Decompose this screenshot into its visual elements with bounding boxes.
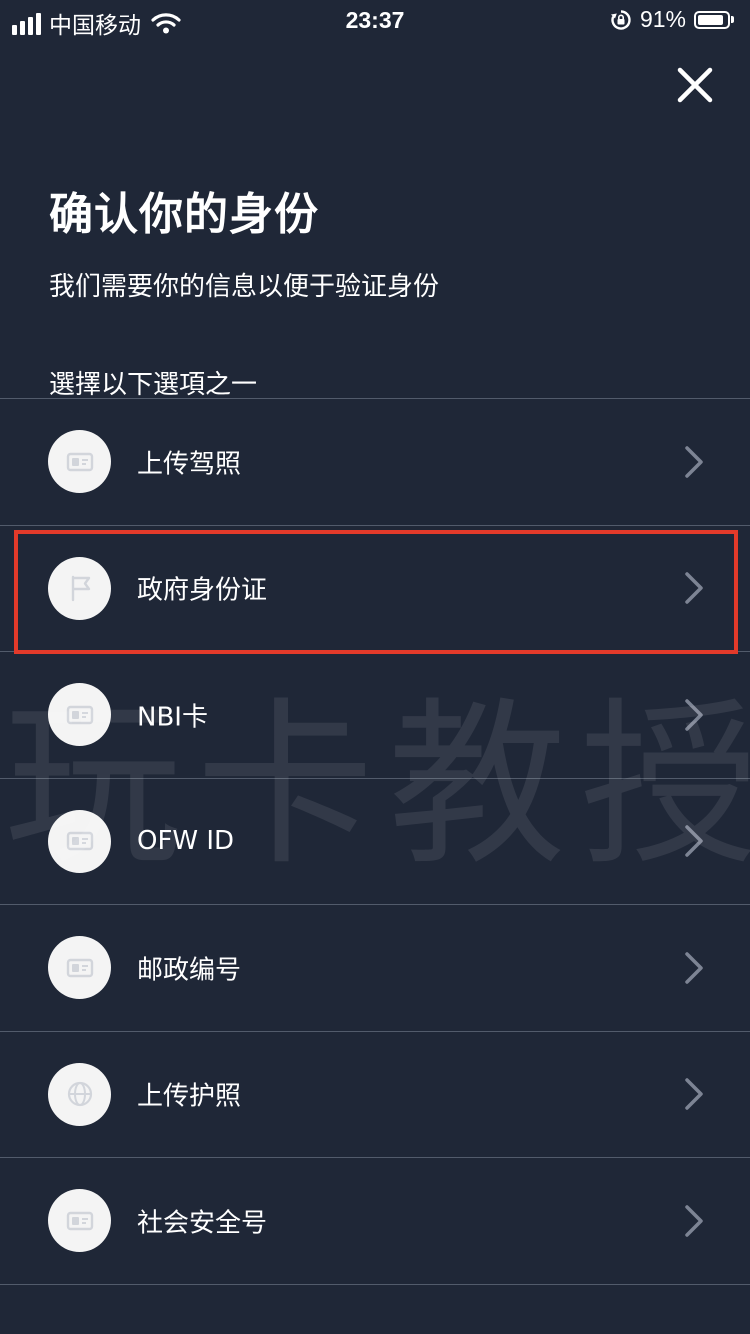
id-card-icon: [48, 683, 111, 747]
chevron-right-icon: [682, 444, 706, 480]
chevron-right-icon: [682, 823, 706, 859]
chevron-right-icon: [682, 950, 706, 986]
battery-percent: 91%: [639, 6, 686, 32]
flag-icon: [48, 556, 111, 620]
option-label: 上传护照: [137, 1081, 242, 1112]
option-row[interactable]: 政府身份证: [0, 526, 750, 652]
battery-fill: [698, 14, 724, 25]
globe-icon: [48, 1062, 111, 1126]
chevron-right-icon: [682, 1203, 706, 1239]
page-subtitle: 我们需要你的信息以便于验证身份: [49, 272, 440, 302]
option-row[interactable]: 上传驾照: [0, 399, 750, 526]
chevron-right-icon: [682, 570, 706, 606]
option-label: NBI卡: [137, 702, 208, 733]
status-right: 91%: [610, 6, 738, 33]
id-card-icon: [48, 936, 111, 1000]
id-card-icon: [48, 430, 111, 494]
option-label: 上传驾照: [137, 449, 242, 480]
close-icon[interactable]: [672, 62, 718, 108]
status-bar: 中国移动 23:37 91%: [0, 0, 750, 40]
option-row[interactable]: 上传护照: [0, 1032, 750, 1158]
option-label: 邮政编号: [137, 955, 242, 986]
option-row[interactable]: 邮政编号: [0, 905, 750, 1032]
chevron-right-icon: [682, 1076, 706, 1112]
battery-icon: [694, 9, 738, 31]
option-row[interactable]: 社会安全号: [0, 1158, 750, 1285]
option-label: OFW ID: [137, 826, 235, 857]
option-label: 政府身份证: [137, 575, 268, 606]
chevron-right-icon: [682, 697, 706, 733]
option-row[interactable]: NBI卡: [0, 652, 750, 779]
id-card-icon: [48, 809, 111, 873]
orientation-lock-icon: [610, 9, 631, 30]
option-label: 社会安全号: [137, 1208, 268, 1239]
id-card-icon: [48, 1189, 111, 1253]
section-label: 選擇以下選項之一: [49, 370, 258, 400]
page-title: 确认你的身份: [49, 189, 319, 240]
id-options-list: 上传驾照政府身份证 NBI卡 OFW ID 邮政编号上传护照社会安全号: [0, 398, 750, 1285]
option-row[interactable]: OFW ID: [0, 779, 750, 905]
